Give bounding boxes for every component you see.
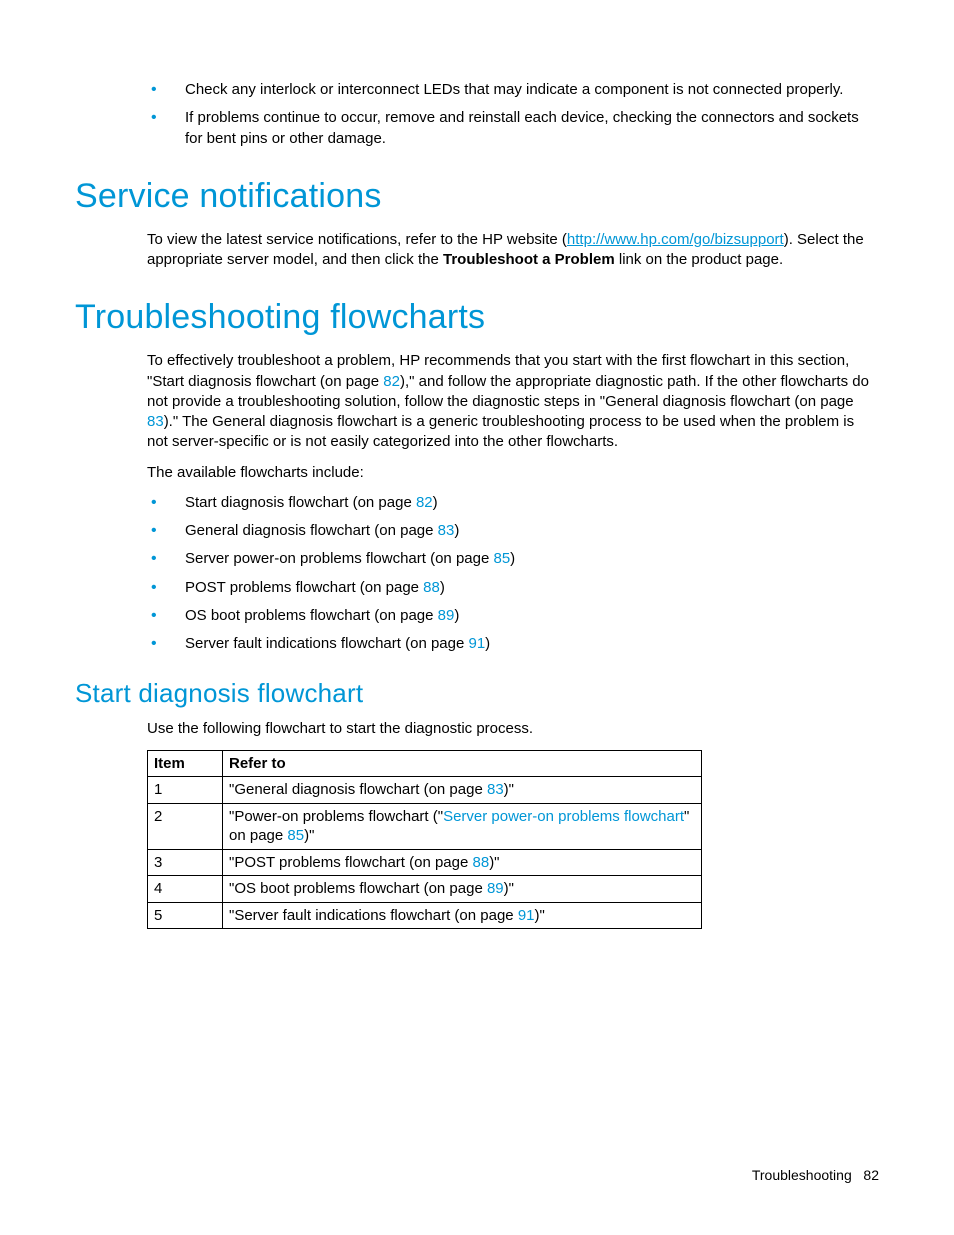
text: To view the latest service notifications… <box>147 231 567 248</box>
table-header-row: Item Refer to <box>148 750 702 777</box>
text: )" <box>504 781 514 798</box>
text: ) <box>510 550 515 567</box>
table-header-refer: Refer to <box>223 750 702 777</box>
flowcharts-list-intro: The available flowcharts include: <box>75 463 879 483</box>
service-notifications-paragraph: To view the latest service notifications… <box>75 230 879 271</box>
text: )." The General diagnosis flowchart is a… <box>147 413 854 450</box>
heading-service-notifications: Service notifications <box>75 177 879 216</box>
table-cell-item: 2 <box>148 803 223 849</box>
table-cell-refer: "POST problems flowchart (on page 88)" <box>223 849 702 876</box>
flowcharts-bullet-list: Start diagnosis flowchart (on page 82) G… <box>75 493 879 655</box>
page-ref[interactable]: 89 <box>487 880 504 897</box>
page-ref[interactable]: 91 <box>518 907 535 924</box>
text: Start diagnosis flowchart (on page <box>185 494 416 511</box>
table-cell-item: 5 <box>148 902 223 929</box>
text: ) <box>485 635 490 652</box>
table-header-item: Item <box>148 750 223 777</box>
text: )" <box>535 907 545 924</box>
text: "Server fault indications flowchart (on … <box>229 907 518 924</box>
table-row: 2 "Power-on problems flowchart ("Server … <box>148 803 702 849</box>
text: OS boot problems flowchart (on page <box>185 607 438 624</box>
page-ref[interactable]: 83 <box>487 781 504 798</box>
troubleshoot-problem-label: Troubleshoot a Problem <box>443 251 615 268</box>
table-row: 5 "Server fault indications flowchart (o… <box>148 902 702 929</box>
list-item: POST problems flowchart (on page 88) <box>147 578 879 598</box>
table-cell-item: 4 <box>148 876 223 903</box>
flowchart-link[interactable]: Server power-on problems flowchart <box>443 808 684 825</box>
page-ref[interactable]: 85 <box>287 827 304 844</box>
text: POST problems flowchart (on page <box>185 579 423 596</box>
table-cell-refer: "Power-on problems flowchart ("Server po… <box>223 803 702 849</box>
list-item: Server fault indications flowchart (on p… <box>147 634 879 654</box>
text: ) <box>454 607 459 624</box>
list-item: General diagnosis flowchart (on page 83) <box>147 521 879 541</box>
footer-page-number: 82 <box>863 1167 879 1183</box>
page-ref[interactable]: 83 <box>147 413 164 430</box>
page-ref[interactable]: 88 <box>423 579 440 596</box>
flowcharts-intro-paragraph: To effectively troubleshoot a problem, H… <box>75 351 879 452</box>
list-item: Server power-on problems flowchart (on p… <box>147 549 879 569</box>
table-cell-item: 3 <box>148 849 223 876</box>
page-ref[interactable]: 82 <box>416 494 433 511</box>
text: )" <box>489 854 499 871</box>
table-cell-refer: "OS boot problems flowchart (on page 89)… <box>223 876 702 903</box>
table-cell-refer: "Server fault indications flowchart (on … <box>223 902 702 929</box>
page-ref[interactable]: 89 <box>438 607 455 624</box>
text: ) <box>440 579 445 596</box>
start-diagnosis-paragraph: Use the following flowchart to start the… <box>75 719 879 739</box>
table-row: 3 "POST problems flowchart (on page 88)" <box>148 849 702 876</box>
text: )" <box>304 827 314 844</box>
list-item: If problems continue to occur, remove an… <box>147 108 879 149</box>
top-bullet-list: Check any interlock or interconnect LEDs… <box>75 80 879 149</box>
page-ref[interactable]: 85 <box>493 550 510 567</box>
text: "General diagnosis flowchart (on page <box>229 781 487 798</box>
page-ref[interactable]: 82 <box>383 373 400 390</box>
page-footer: Troubleshooting 82 <box>752 1167 879 1183</box>
text: )" <box>504 880 514 897</box>
text: "POST problems flowchart (on page <box>229 854 473 871</box>
text: ) <box>433 494 438 511</box>
list-item: Check any interlock or interconnect LEDs… <box>147 80 879 100</box>
text: Server power-on problems flowchart (on p… <box>185 550 493 567</box>
text: ) <box>454 522 459 539</box>
text: "OS boot problems flowchart (on page <box>229 880 487 897</box>
bizsupport-link[interactable]: http://www.hp.com/go/bizsupport <box>567 231 784 248</box>
table-row: 1 "General diagnosis flowchart (on page … <box>148 777 702 804</box>
text: "Power-on problems flowchart (" <box>229 808 443 825</box>
text: General diagnosis flowchart (on page <box>185 522 438 539</box>
table-row: 4 "OS boot problems flowchart (on page 8… <box>148 876 702 903</box>
list-item: OS boot problems flowchart (on page 89) <box>147 606 879 626</box>
reference-table: Item Refer to 1 "General diagnosis flowc… <box>147 750 702 930</box>
heading-troubleshooting-flowcharts: Troubleshooting flowcharts <box>75 298 879 337</box>
footer-section: Troubleshooting <box>752 1167 852 1183</box>
page-ref[interactable]: 83 <box>438 522 455 539</box>
list-item: Start diagnosis flowchart (on page 82) <box>147 493 879 513</box>
heading-start-diagnosis-flowchart: Start diagnosis flowchart <box>75 678 879 709</box>
text: Server fault indications flowchart (on p… <box>185 635 468 652</box>
page-ref[interactable]: 88 <box>473 854 490 871</box>
text: link on the product page. <box>615 251 783 268</box>
table-cell-item: 1 <box>148 777 223 804</box>
table-cell-refer: "General diagnosis flowchart (on page 83… <box>223 777 702 804</box>
page-ref[interactable]: 91 <box>468 635 485 652</box>
